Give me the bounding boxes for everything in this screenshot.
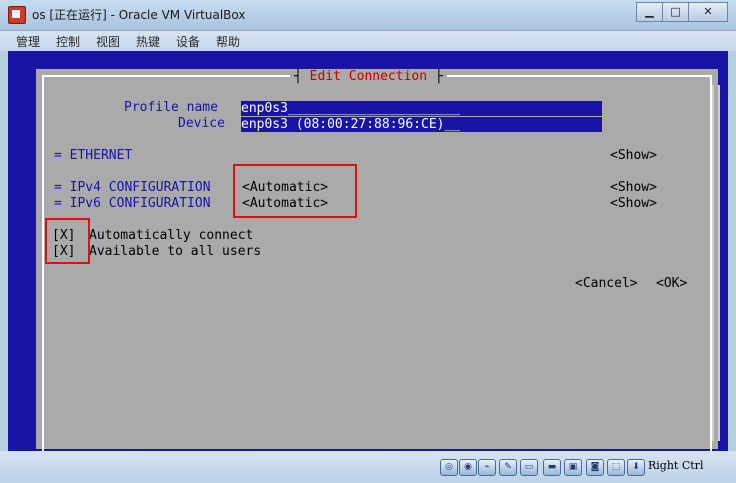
vm-scrollbar <box>712 85 720 441</box>
display-icon[interactable]: ▭ <box>520 459 538 476</box>
ipv4-section[interactable]: = IPv4 CONFIGURATION <box>54 180 211 195</box>
menu-control[interactable]: 控制 <box>56 33 80 50</box>
ethernet-section[interactable]: = ETHERNET <box>54 148 132 163</box>
edit-connection-dialog: ┤ Edit Connection ├ Profile name enp0s3_… <box>36 69 718 459</box>
menu-hotkeys[interactable]: 热键 <box>136 33 160 50</box>
ipv4-show-button[interactable]: <Show> <box>610 180 657 195</box>
device-field[interactable]: enp0s3 (08:00:27:88:96:CE)__ <box>241 117 602 132</box>
usb-icon[interactable]: ⌁ <box>478 459 496 476</box>
device-label: Device <box>178 116 225 131</box>
menu-devices[interactable]: 设备 <box>176 33 200 50</box>
vm-screen[interactable]: ┤ Edit Connection ├ Profile name enp0s3_… <box>8 51 728 459</box>
host-key-label: Right Ctrl <box>648 459 704 472</box>
menu-bar: 管理 控制 视图 热键 设备 帮助 <box>0 31 736 51</box>
mouse-integration-icon[interactable]: ⬚ <box>607 459 625 476</box>
optical-disc-icon[interactable]: ◉ <box>459 459 477 476</box>
ipv6-section[interactable]: = IPv6 CONFIGURATION <box>54 196 211 211</box>
shared-folders-icon[interactable]: ✎ <box>499 459 517 476</box>
title-bar: os [正在运行] - Oracle VM VirtualBox ▁ □ ✕ <box>0 0 736 31</box>
network-icon[interactable]: ▬ <box>543 459 561 476</box>
profile-name-label: Profile name <box>124 100 218 115</box>
status-bar: ◎ ◉ ⌁ ✎ ▭ ▬ ▣ ◙ ⬚ ⬇ Right Ctrl <box>0 451 736 483</box>
dialog-title: ┤ Edit Connection ├ <box>290 69 447 84</box>
ok-button[interactable]: <OK> <box>656 276 687 291</box>
all-users-label: Available to all users <box>89 244 262 259</box>
hard-disk-icon[interactable]: ◎ <box>440 459 458 476</box>
dialog-title-text: Edit Connection <box>309 69 428 84</box>
checkbox-highlight-box <box>45 218 90 264</box>
close-button[interactable]: ✕ <box>688 2 728 22</box>
virtualbox-app-icon <box>8 6 26 24</box>
menu-help[interactable]: 帮助 <box>216 33 240 50</box>
window-controls: ▁ □ ✕ <box>636 2 728 22</box>
window-title: os [正在运行] - Oracle VM VirtualBox <box>32 8 246 22</box>
profile-name-field[interactable]: enp0s3______________________ <box>241 101 602 116</box>
ethernet-show-button[interactable]: <Show> <box>610 148 657 163</box>
keyboard-capture-icon[interactable]: ⬇ <box>627 459 645 476</box>
recording-icon[interactable]: ▣ <box>564 459 582 476</box>
menu-view[interactable]: 视图 <box>96 33 120 50</box>
automatic-highlight-box <box>233 164 357 218</box>
menu-manage[interactable]: 管理 <box>16 33 40 50</box>
auto-connect-label: Automatically connect <box>89 228 254 243</box>
dialog-frame <box>42 75 712 459</box>
cpu-icon[interactable]: ◙ <box>586 459 604 476</box>
maximize-button[interactable]: □ <box>662 2 689 22</box>
cancel-button[interactable]: <Cancel> <box>575 276 638 291</box>
minimize-button[interactable]: ▁ <box>636 2 663 22</box>
ipv6-show-button[interactable]: <Show> <box>610 196 657 211</box>
